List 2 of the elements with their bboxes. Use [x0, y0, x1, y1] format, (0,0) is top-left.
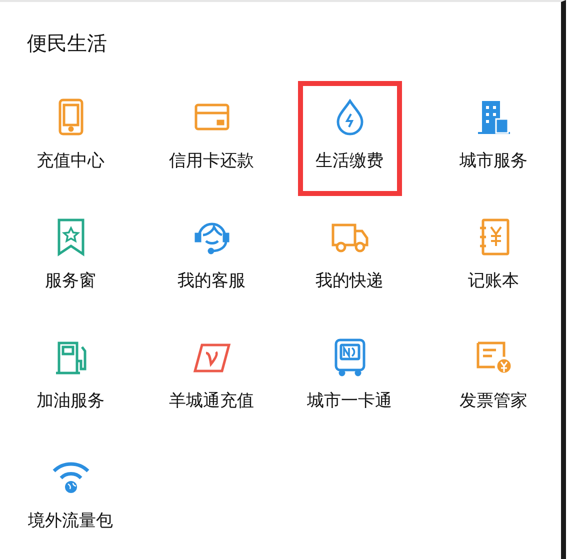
service-button[interactable]: 生活缴费	[298, 81, 402, 196]
section-title: 便民生活	[26, 30, 108, 54]
